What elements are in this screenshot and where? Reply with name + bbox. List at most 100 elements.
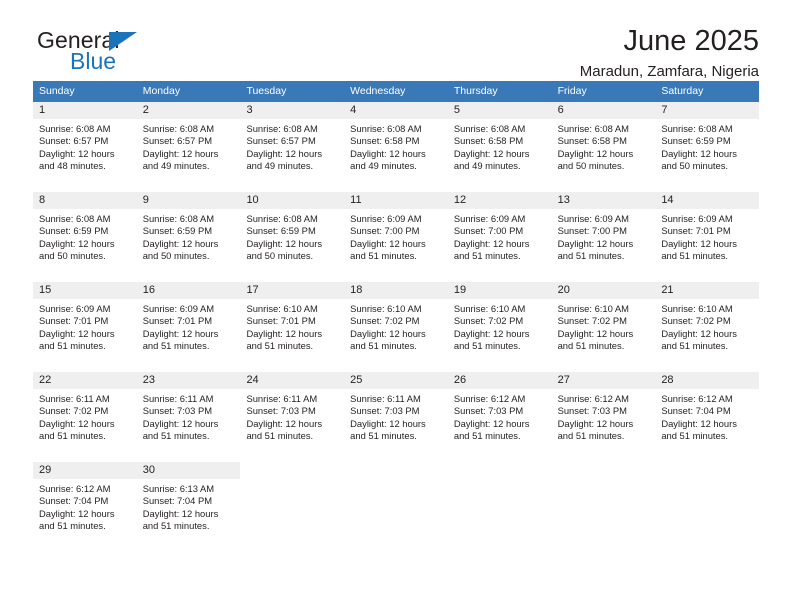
page-title: June 2025: [623, 25, 759, 57]
calendar-day-cell[interactable]: 16 Sunrise: 6:09 AM Sunset: 7:01 PM Dayligh…: [136, 282, 241, 372]
day-number: 1: [33, 102, 137, 119]
daylight-text-line1: Daylight: 12 hours: [142, 237, 219, 249]
day-details: Sunrise: 6:11 AM Sunset: 7:02 PM Daylight:…: [33, 389, 137, 443]
calendar-empty-cell: [344, 462, 448, 552]
sunset-text: Sunset: 6:58 PM: [557, 135, 627, 147]
sunrise-text: Sunrise: 6:08 AM: [39, 213, 111, 224]
daylight-text-line1: Daylight: 12 hours: [557, 237, 634, 249]
calendar-day-cell[interactable]: 3 Sunrise: 6:08 AM Sunset: 6:57 PM Daylight…: [240, 102, 345, 192]
sunset-text: Sunset: 6:59 PM: [39, 225, 109, 237]
calendar-day-cell[interactable]: 11 Sunrise: 6:09 AM Sunset: 7:00 PM Dayligh…: [344, 192, 448, 282]
calendar-day-cell[interactable]: 1 Sunrise: 6:08 AM Sunset: 6:57 PM Daylight…: [33, 102, 137, 192]
day-number: 8: [33, 192, 137, 209]
sunset-text: Sunset: 6:57 PM: [39, 135, 109, 147]
calendar-week-row: 15 Sunrise: 6:09 AM Sunset: 7:01 PM Dayligh…: [33, 282, 760, 372]
calendar-day-cell[interactable]: 30 Sunrise: 6:13 AM Sunset: 7:04 PM Dayligh…: [136, 462, 241, 552]
day-details: Sunrise: 6:09 AM Sunset: 7:00 PM Daylight:…: [448, 209, 552, 263]
calendar-day-cell[interactable]: 24 Sunrise: 6:11 AM Sunset: 7:03 PM Dayligh…: [240, 372, 345, 462]
day-details: Sunrise: 6:09 AM Sunset: 7:01 PM Daylight:…: [655, 209, 759, 263]
calendar-day-cell[interactable]: 26 Sunrise: 6:12 AM Sunset: 7:03 PM Dayligh…: [447, 372, 552, 462]
daylight-text-line2: and 51 minutes.: [350, 250, 417, 262]
calendar-day-cell[interactable]: 20 Sunrise: 6:10 AM Sunset: 7:02 PM Dayligh…: [551, 282, 656, 372]
day-number: 18: [344, 282, 448, 299]
calendar-day-cell[interactable]: 22 Sunrise: 6:11 AM Sunset: 7:02 PM Dayligh…: [33, 372, 137, 462]
daylight-text-line1: Daylight: 12 hours: [350, 237, 426, 249]
day-details: Sunrise: 6:09 AM Sunset: 7:00 PM Daylight:…: [552, 209, 656, 263]
calendar-day-cell[interactable]: 13 Sunrise: 6:09 AM Sunset: 7:00 PM Dayligh…: [551, 192, 656, 282]
calendar-day-cell[interactable]: 18 Sunrise: 6:10 AM Sunset: 7:02 PM Dayligh…: [344, 282, 448, 372]
calendar-day-cell[interactable]: 6 Sunrise: 6:08 AM Sunset: 6:58 PM Daylight…: [551, 102, 656, 192]
day-details: Sunrise: 6:11 AM Sunset: 7:03 PM Daylight:…: [137, 389, 241, 443]
day-number: 11: [344, 192, 448, 209]
calendar-day-cell[interactable]: 17 Sunrise: 6:10 AM Sunset: 7:01 PM Dayligh…: [240, 282, 345, 372]
day-number: 17: [240, 282, 345, 299]
day-details: Sunrise: 6:10 AM Sunset: 7:02 PM Daylight:…: [655, 299, 759, 353]
sunset-text: Sunset: 6:58 PM: [453, 135, 524, 147]
daylight-text-line2: and 51 minutes.: [453, 430, 521, 442]
daylight-text-line2: and 51 minutes.: [350, 430, 417, 442]
daylight-text-line2: and 51 minutes.: [246, 340, 314, 352]
sunrise-text: Sunrise: 6:11 AM: [350, 393, 421, 404]
calendar-day-cell[interactable]: 2 Sunrise: 6:08 AM Sunset: 6:57 PM Daylight…: [136, 102, 241, 192]
sunset-text: Sunset: 7:03 PM: [246, 405, 316, 417]
calendar-day-cell[interactable]: 4 Sunrise: 6:08 AM Sunset: 6:58 PM Daylight…: [344, 102, 448, 192]
daylight-text-line2: and 51 minutes.: [246, 430, 314, 442]
sunset-text: Sunset: 7:03 PM: [350, 405, 420, 417]
daylight-text-line2: and 51 minutes.: [557, 250, 625, 262]
daylight-text-line1: Daylight: 12 hours: [350, 417, 426, 429]
sunrise-text: Sunrise: 6:09 AM: [142, 303, 215, 314]
logo-text-blue: Blue: [70, 48, 117, 74]
day-details: Sunrise: 6:08 AM Sunset: 6:59 PM Daylight:…: [137, 209, 241, 263]
sunrise-text: Sunrise: 6:08 AM: [142, 213, 215, 224]
sunset-text: Sunset: 7:02 PM: [350, 315, 420, 327]
calendar-day-cell[interactable]: 10 Sunrise: 6:08 AM Sunset: 6:59 PM Dayligh…: [240, 192, 345, 282]
weekday-wednesday: Wednesday: [350, 85, 406, 97]
calendar-day-cell[interactable]: 27 Sunrise: 6:12 AM Sunset: 7:03 PM Dayligh…: [551, 372, 656, 462]
calendar-day-cell[interactable]: 12 Sunrise: 6:09 AM Sunset: 7:00 PM Dayligh…: [447, 192, 552, 282]
daylight-text-line1: Daylight: 12 hours: [246, 417, 323, 429]
daylight-text-line2: and 50 minutes.: [39, 250, 106, 262]
calendar-day-cell[interactable]: 5 Sunrise: 6:08 AM Sunset: 6:58 PM Daylight…: [447, 102, 552, 192]
daylight-text-line2: and 50 minutes.: [557, 160, 625, 172]
daylight-text-line1: Daylight: 12 hours: [661, 327, 737, 339]
calendar-day-cell[interactable]: 15 Sunrise: 6:09 AM Sunset: 7:01 PM Dayligh…: [33, 282, 137, 372]
daylight-text-line2: and 49 minutes.: [350, 160, 417, 172]
daylight-text-line2: and 51 minutes.: [142, 340, 210, 352]
day-details: Sunrise: 6:10 AM Sunset: 7:02 PM Daylight:…: [344, 299, 448, 353]
daylight-text-line2: and 51 minutes.: [557, 430, 625, 442]
daylight-text-line1: Daylight: 12 hours: [453, 147, 530, 159]
calendar-day-cell[interactable]: 28 Sunrise: 6:12 AM Sunset: 7:04 PM Dayligh…: [655, 372, 760, 462]
calendar-day-cell[interactable]: 8 Sunrise: 6:08 AM Sunset: 6:59 PM Daylight…: [33, 192, 137, 282]
day-details: Sunrise: 6:08 AM Sunset: 6:58 PM Daylight:…: [552, 119, 656, 173]
calendar-day-cell[interactable]: 9 Sunrise: 6:08 AM Sunset: 6:59 PM Daylight…: [136, 192, 241, 282]
calendar-weeks: 1 Sunrise: 6:08 AM Sunset: 6:57 PM Daylight…: [33, 102, 760, 552]
calendar-day-cell[interactable]: 19 Sunrise: 6:10 AM Sunset: 7:02 PM Dayligh…: [447, 282, 552, 372]
sunset-text: Sunset: 7:02 PM: [453, 315, 524, 327]
sunset-text: Sunset: 7:01 PM: [246, 315, 316, 327]
daylight-text-line1: Daylight: 12 hours: [350, 147, 426, 159]
sunrise-text: Sunrise: 6:09 AM: [39, 303, 111, 314]
calendar-day-cell[interactable]: 7 Sunrise: 6:08 AM Sunset: 6:59 PM Daylight…: [655, 102, 760, 192]
daylight-text-line1: Daylight: 12 hours: [661, 237, 737, 249]
day-details: Sunrise: 6:12 AM Sunset: 7:04 PM Daylight:…: [33, 479, 137, 533]
day-number: 20: [551, 282, 656, 299]
sunrise-text: Sunrise: 6:08 AM: [142, 123, 215, 134]
sunrise-text: Sunrise: 6:11 AM: [246, 393, 318, 404]
calendar-day-cell[interactable]: 29 Sunrise: 6:12 AM Sunset: 7:04 PM Dayligh…: [33, 462, 137, 552]
sunrise-text: Sunrise: 6:10 AM: [453, 303, 526, 314]
sunset-text: Sunset: 7:02 PM: [557, 315, 627, 327]
day-number: 24: [240, 372, 345, 389]
day-number: [344, 462, 448, 479]
day-number: 28: [655, 372, 760, 389]
calendar-day-cell[interactable]: 23 Sunrise: 6:11 AM Sunset: 7:03 PM Dayligh…: [136, 372, 241, 462]
day-details: Sunrise: 6:08 AM Sunset: 6:57 PM Daylight:…: [137, 119, 241, 173]
calendar-day-cell[interactable]: 21 Sunrise: 6:10 AM Sunset: 7:02 PM Dayligh…: [655, 282, 760, 372]
day-number: [240, 462, 344, 479]
daylight-text-line1: Daylight: 12 hours: [557, 147, 634, 159]
sunrise-text: Sunrise: 6:13 AM: [142, 483, 215, 494]
daylight-text-line1: Daylight: 12 hours: [142, 507, 219, 519]
daylight-text-line1: Daylight: 12 hours: [453, 417, 530, 429]
calendar-day-cell[interactable]: 25 Sunrise: 6:11 AM Sunset: 7:03 PM Dayligh…: [344, 372, 448, 462]
calendar-day-cell[interactable]: 14 Sunrise: 6:09 AM Sunset: 7:01 PM Dayligh…: [655, 192, 760, 282]
day-number: 26: [447, 372, 552, 389]
